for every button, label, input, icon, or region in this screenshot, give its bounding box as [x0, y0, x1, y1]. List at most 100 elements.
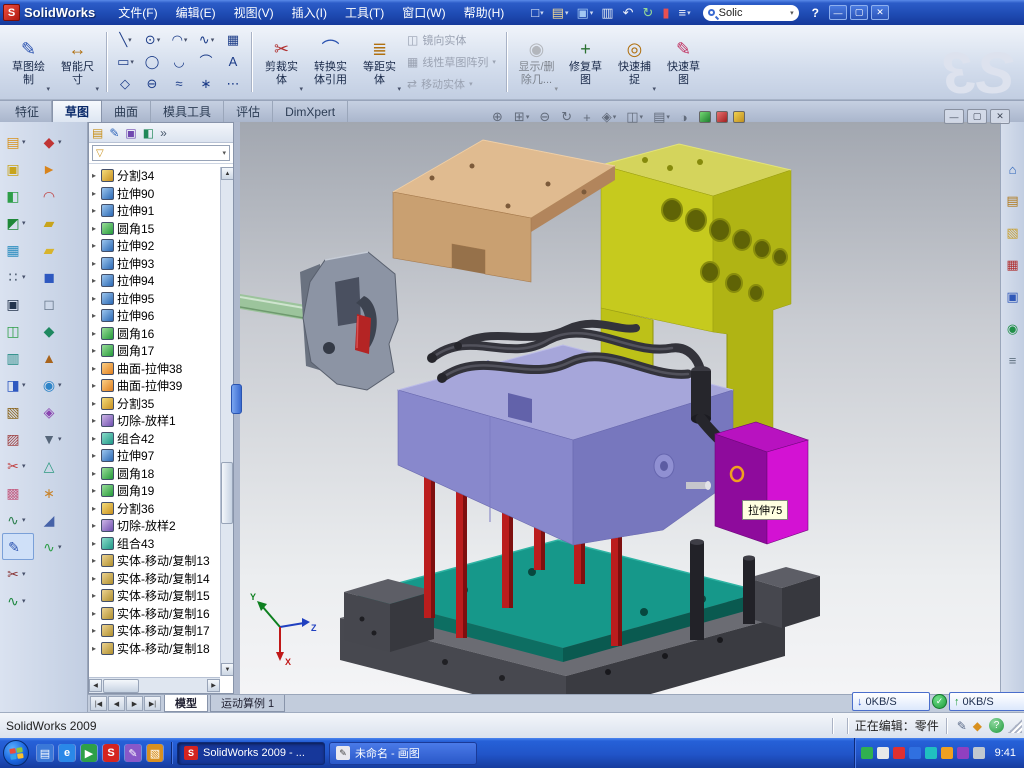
- expand-arrow-icon[interactable]: ▸: [92, 539, 101, 548]
- repair-sketch-button[interactable]: + 修复草 图: [562, 29, 609, 95]
- zoom-fit-icon[interactable]: ⊕: [492, 109, 504, 125]
- expand-arrow-icon[interactable]: ▸: [92, 241, 101, 250]
- feature-tree-item[interactable]: ▸ 拉伸96: [90, 307, 219, 325]
- menu-item[interactable]: 帮助(H): [455, 0, 514, 25]
- undo-icon[interactable]: ↶: [623, 6, 635, 19]
- left-toolbar-button[interactable]: ◼: [38, 263, 68, 290]
- feature-tree-item[interactable]: ▸ 实体-移动/复制17: [90, 622, 219, 640]
- expand-arrow-icon[interactable]: ▸: [92, 189, 101, 198]
- show-desktop-icon[interactable]: ▤: [36, 744, 54, 762]
- search-dropdown-icon[interactable]: ▾: [790, 9, 794, 17]
- part-side-block-magenta[interactable]: [715, 422, 808, 544]
- linear-sketch-pattern-button[interactable]: ▦ 线性草图阵列 ▾: [404, 52, 502, 72]
- feature-tree-item[interactable]: ▸ 拉伸95: [90, 290, 219, 308]
- feature-tree-item[interactable]: ▸ 曲面-拉伸38: [90, 360, 219, 378]
- doc-restore-button[interactable]: ▢: [967, 109, 987, 124]
- doc-close-button[interactable]: ✕: [990, 109, 1010, 124]
- expand-arrow-icon[interactable]: ▸: [92, 469, 101, 478]
- feature-tree-item[interactable]: ▸ 分割34: [90, 167, 219, 185]
- rotate-view-icon[interactable]: ↻: [561, 109, 573, 125]
- left-toolbar-button[interactable]: ∿ ▾: [2, 506, 34, 533]
- rebuild-icon[interactable]: ↻: [642, 6, 654, 19]
- close-button[interactable]: ✕: [871, 5, 889, 20]
- left-toolbar-button[interactable]: ◩ ▾: [2, 209, 34, 236]
- trim-entities-button[interactable]: ✂ 剪裁实 体 ▾: [258, 29, 305, 95]
- render-mode-chip[interactable]: [716, 111, 728, 123]
- file-explorer-icon[interactable]: ▧: [1006, 225, 1018, 241]
- feature-tree-item[interactable]: ▸ 切除-放样2: [90, 517, 219, 535]
- left-toolbar-button[interactable]: ∿ ▾: [2, 587, 34, 614]
- palette-status-icon[interactable]: ◆: [973, 719, 982, 733]
- feature-tree-item[interactable]: ▸ 组合43: [90, 535, 219, 553]
- appearances-icon[interactable]: ▣: [1006, 289, 1018, 305]
- taskbar-window-solidworks[interactable]: S SolidWorks 2009 - ...: [177, 742, 325, 765]
- feature-tree-item[interactable]: ▸ 实体-移动/复制14: [90, 570, 219, 588]
- feature-tree-item[interactable]: ▸ 拉伸90: [90, 185, 219, 203]
- left-toolbar-button[interactable]: ◧: [2, 182, 34, 209]
- scrollbar-thumb[interactable]: [221, 462, 233, 524]
- tray-icon[interactable]: [861, 747, 873, 759]
- 3d-model-view[interactable]: Y Z X: [240, 122, 1000, 694]
- circle-tool[interactable]: ⊙ ▾: [139, 29, 166, 51]
- left-toolbar-button[interactable]: ▤ ▾: [2, 128, 34, 155]
- expand-arrow-icon[interactable]: ▸: [92, 609, 101, 618]
- expand-arrow-icon[interactable]: ▸: [92, 224, 101, 233]
- tray-icon[interactable]: [973, 747, 985, 759]
- zoom-area-icon[interactable]: ⊞ ▾: [514, 109, 529, 125]
- pattern-tool[interactable]: ▦: [220, 29, 247, 51]
- text-tool[interactable]: A: [220, 51, 247, 73]
- tab-nav-button[interactable]: ▶: [126, 696, 143, 711]
- commandmanager-tab[interactable]: 模具工具: [151, 101, 224, 122]
- commandmanager-tab[interactable]: 草图: [52, 100, 102, 122]
- left-toolbar-button[interactable]: △: [38, 452, 68, 479]
- convert-entities-button[interactable]: ⌒ 转换实 体引用: [307, 29, 354, 95]
- expand-arrow-icon[interactable]: ▸: [92, 416, 101, 425]
- media-player-icon[interactable]: ▶: [80, 744, 98, 762]
- menu-item[interactable]: 插入(I): [283, 0, 336, 25]
- expand-arrow-icon[interactable]: ▸: [92, 434, 101, 443]
- left-toolbar-button[interactable]: ▣: [2, 155, 34, 182]
- left-toolbar-button[interactable]: ◠: [38, 182, 68, 209]
- left-toolbar-button[interactable]: ▰: [38, 209, 68, 236]
- feature-tree-item[interactable]: ▸ 分割35: [90, 395, 219, 413]
- search-input[interactable]: Solic ▾: [703, 5, 799, 21]
- menu-item[interactable]: 窗口(W): [393, 0, 454, 25]
- left-toolbar-button[interactable]: ▣: [2, 290, 34, 317]
- expand-arrow-icon[interactable]: ▸: [92, 626, 101, 635]
- feature-tree-item[interactable]: ▸ 圆角19: [90, 482, 219, 500]
- quick-snaps-button[interactable]: ◎ 快速捕 捉 ▾: [611, 29, 658, 95]
- paint-launcher-icon[interactable]: ✎: [124, 744, 142, 762]
- expand-arrow-icon[interactable]: ▸: [92, 644, 101, 653]
- feature-tree-item[interactable]: ▸ 圆角15: [90, 220, 219, 238]
- options-icon[interactable]: ≡ ▾: [679, 6, 691, 19]
- tray-icon[interactable]: [925, 747, 937, 759]
- tray-icon[interactable]: [957, 747, 969, 759]
- feature-tree-item[interactable]: ▸ 圆角18: [90, 465, 219, 483]
- open-icon[interactable]: ▤ ▾: [552, 6, 569, 19]
- left-toolbar-button[interactable]: ∗: [38, 479, 68, 506]
- document-tab[interactable]: 模型: [164, 695, 208, 712]
- pan-icon[interactable]: +: [583, 109, 592, 125]
- propertymanager-tab-icon[interactable]: ✎: [109, 127, 119, 139]
- expand-arrow-icon[interactable]: ▸: [92, 294, 101, 303]
- expand-arrow-icon[interactable]: ▸: [92, 504, 101, 513]
- left-toolbar-button[interactable]: ◉ ▾: [38, 371, 68, 398]
- tree-filter-input[interactable]: ▽ ▾: [92, 145, 230, 161]
- render-mode-chip[interactable]: [699, 111, 711, 123]
- left-toolbar-button[interactable]: ◨ ▾: [2, 371, 34, 398]
- feature-tree-item[interactable]: ▸ 实体-移动/复制15: [90, 587, 219, 605]
- expand-arrow-icon[interactable]: ▸: [92, 486, 101, 495]
- home-icon[interactable]: ⌂: [1009, 162, 1017, 177]
- scroll-down-icon[interactable]: ▼: [221, 663, 234, 676]
- polygon-tool[interactable]: ◇: [112, 73, 139, 95]
- scroll-right-icon[interactable]: ▶: [207, 679, 220, 692]
- left-toolbar-button[interactable]: ∷ ▾: [2, 263, 34, 290]
- start-button[interactable]: [3, 740, 29, 766]
- scroll-left-icon[interactable]: ◀: [89, 679, 102, 692]
- graphics-area[interactable]: Y Z X: [240, 122, 1000, 694]
- left-toolbar-button[interactable]: ▥: [2, 344, 34, 371]
- feature-tree-item[interactable]: ▸ 实体-移动/复制18: [90, 640, 219, 658]
- left-toolbar-button[interactable]: ▰: [38, 236, 68, 263]
- doc-minimize-button[interactable]: —: [944, 109, 964, 124]
- feature-tree-item[interactable]: ▸ 圆角17: [90, 342, 219, 360]
